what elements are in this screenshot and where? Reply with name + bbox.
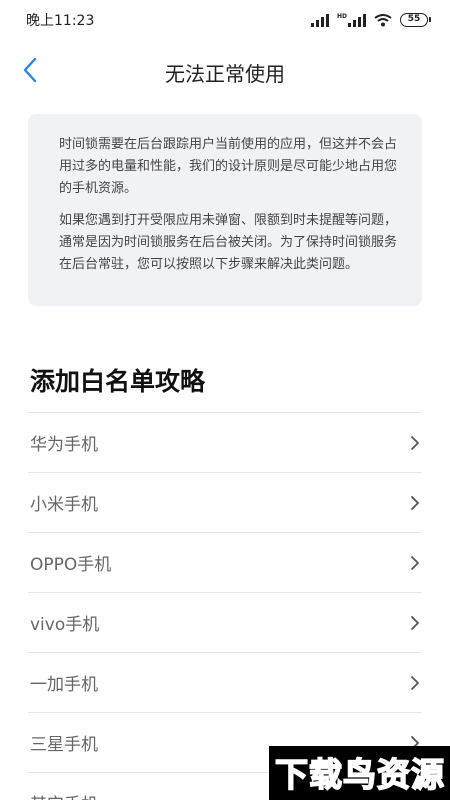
list-item-label: 三星手机 [30,735,98,755]
status-time: 晚上11:23 [26,13,95,29]
list-item-oneplus[interactable]: 一加手机 [28,653,422,713]
page-title: 无法正常使用 [165,62,285,86]
info-paragraph: 时间锁需要在后台跟踪用户当前使用的应用，但这并不会占用过多的电量和性能，我们的设… [59,137,398,196]
watermark-logo: 下载鸟资源 [269,746,450,800]
cellular-signal-icon [310,13,329,27]
battery-level: 55 [407,14,421,24]
list-item-huawei[interactable]: 华为手机 [28,413,422,473]
phone-brand-list: 华为手机 小米手机 OPPO手机 vivo手机 一加手机 三星手机 其它手机 [28,412,422,800]
list-item-xiaomi[interactable]: 小米手机 [28,473,422,533]
nav-bar: 无法正常使用 [0,40,450,100]
list-item-label: 一加手机 [30,675,98,695]
list-item-label: 小米手机 [30,495,98,515]
chevron-right-icon [411,675,419,690]
list-item-label: 华为手机 [30,435,98,455]
list-item-label: 其它手机 [30,790,98,800]
chevron-right-icon [411,435,419,450]
section-title: 添加白名单攻略 [30,367,206,396]
info-paragraph: 如果您遇到打开受限应用未弹窗、限额到时未提醒等问题，通常是因为时间锁服务在后台被… [59,213,398,272]
battery-icon: 55 [400,13,431,27]
status-bar: 晚上11:23 HD 55 [0,0,450,40]
chevron-right-icon [411,615,419,630]
hd-signal-icon: HD [337,13,366,27]
status-icons: HD 55 [310,13,431,27]
app-screen: 晚上11:23 HD 55 无法正常使用 时间锁需要在后台跟踪用户当前使用的应用… [0,0,450,800]
list-item-vivo[interactable]: vivo手机 [28,593,422,653]
info-card: 时间锁需要在后台跟踪用户当前使用的应用，但这并不会占用过多的电量和性能，我们的设… [28,114,422,306]
list-item-label: OPPO手机 [30,555,112,575]
list-item-oppo[interactable]: OPPO手机 [28,533,422,593]
wifi-icon [374,13,392,27]
chevron-right-icon [411,555,419,570]
list-item-label: vivo手机 [30,615,100,635]
chevron-right-icon [411,495,419,510]
svg-text:下载鸟资源: 下载鸟资源 [275,755,445,794]
